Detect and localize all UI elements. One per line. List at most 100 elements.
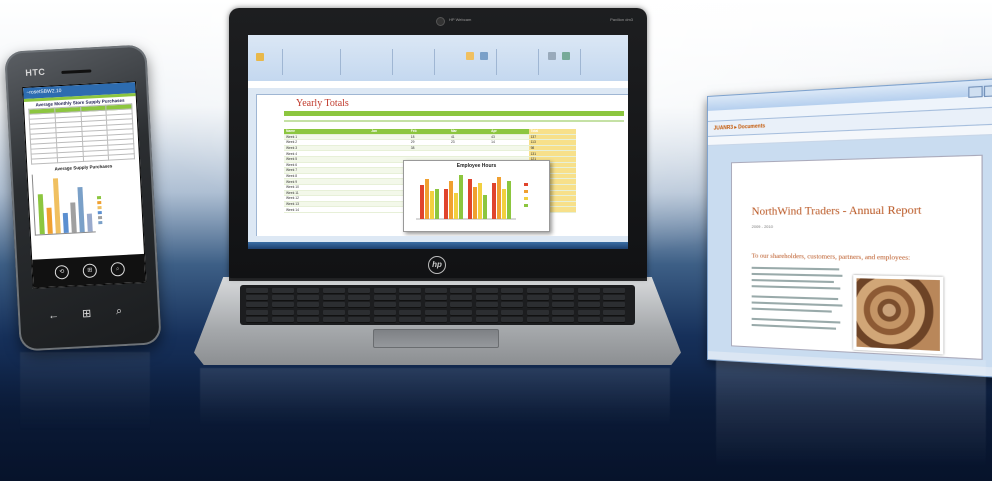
keyboard-key[interactable] [475,316,498,323]
keyboard-key[interactable] [373,295,396,302]
keyboard-key[interactable] [373,316,396,323]
keyboard-key[interactable] [373,288,396,294]
keyboard-key[interactable] [552,295,574,302]
keyboard-key[interactable] [577,316,600,323]
title-band-light [284,120,624,122]
keyboard-key[interactable] [322,309,345,316]
keyboard-key[interactable] [424,309,447,316]
keyboard-key[interactable] [526,295,549,302]
keyboard-key[interactable] [526,316,549,323]
keyboard-key[interactable] [450,288,472,294]
keyboard-key[interactable] [526,302,549,309]
keyboard-key[interactable] [399,295,421,302]
chart-bar [454,193,458,219]
keyboard-key[interactable] [399,302,421,309]
keyboard-key[interactable] [552,288,574,294]
search-key-icon[interactable]: ⌕ [116,305,123,318]
sum-icon[interactable] [548,52,556,60]
keyboard-key[interactable] [526,309,549,316]
keyboard-key[interactable] [475,309,498,316]
keyboard-key[interactable] [246,295,268,302]
keyboard-key[interactable] [373,309,396,316]
keyboard-key[interactable] [603,302,625,309]
keyboard-key[interactable] [373,302,396,309]
keyboard-key[interactable] [475,295,498,302]
keyboard-key[interactable] [246,302,268,309]
keyboard-key[interactable] [297,295,319,302]
keyboard-key[interactable] [424,295,447,302]
keyboard-key[interactable] [271,288,294,294]
keyboard-key[interactable] [501,302,523,309]
keyboard-key[interactable] [297,309,319,316]
keyboard-key[interactable] [450,295,472,302]
keyboard-key[interactable] [501,295,523,302]
table-cell[interactable] [353,206,370,213]
keyboard-key[interactable] [577,295,600,302]
keyboard-key[interactable] [475,302,498,309]
keyboard-key[interactable] [322,295,345,302]
keyboard-key[interactable] [297,302,319,309]
keyboard-key[interactable] [348,316,370,323]
keyboard-key[interactable] [501,309,523,316]
keyboard-key[interactable] [450,302,472,309]
keyboard-key[interactable] [271,302,294,309]
keyboard-key[interactable] [450,309,472,316]
conditional-format-icon[interactable] [466,52,474,60]
keyboard-key[interactable] [348,288,370,294]
table-cell[interactable]: Week 14 [284,206,354,213]
search-icon[interactable]: ⌕ [110,261,126,277]
keyboard-key[interactable] [603,309,625,316]
keyboard-key[interactable] [246,288,268,294]
laptop-touchpad[interactable] [373,329,499,348]
keyboard-key[interactable] [399,316,421,323]
maximize-button[interactable] [983,84,992,98]
keyboard-key[interactable] [424,302,447,309]
keyboard-key[interactable] [271,309,294,316]
keyboard-key[interactable] [577,309,600,316]
keyboard-key[interactable] [246,316,268,323]
keyboard-key[interactable] [552,309,574,316]
keyboard-key[interactable] [475,288,498,294]
keyboard-key[interactable] [322,316,345,323]
sort-icon[interactable] [562,52,570,60]
windows-taskbar[interactable] [248,242,628,249]
keyboard-key[interactable] [348,302,370,309]
keyboard-key[interactable] [424,316,447,323]
text-line [751,295,839,300]
keyboard-key[interactable] [297,288,319,294]
keyboard-key[interactable] [297,316,319,323]
format-table-icon[interactable] [480,52,488,60]
keyboard-key[interactable] [348,295,370,302]
keyboard-key[interactable] [399,309,421,316]
employee-hours-chart[interactable]: Employee Hours [403,160,550,232]
keyboard-key[interactable] [501,316,523,323]
keyboard-key[interactable] [399,288,421,294]
breadcrumb-text[interactable]: JUANR3 ▸ Documents [714,123,765,131]
keyboard-key[interactable] [424,288,447,294]
keyboard-key[interactable] [501,288,523,294]
keyboard-key[interactable] [603,295,625,302]
chart-bar [507,181,511,219]
refresh-icon[interactable]: ⟲ [54,264,70,280]
back-key-icon[interactable]: ← [48,309,60,322]
keyboard-key[interactable] [450,316,472,323]
keyboard-key[interactable] [246,309,268,316]
paste-icon[interactable] [256,53,264,61]
keyboard-key[interactable] [322,302,345,309]
keyboard-key[interactable] [271,316,294,323]
keyboard-key[interactable] [552,302,574,309]
keyboard-key[interactable] [577,288,600,294]
keyboard-key[interactable] [603,316,625,323]
keyboard-key[interactable] [552,316,574,323]
keyboard-key[interactable] [322,288,345,294]
keyboard-key[interactable] [348,309,370,316]
browser-window: JUANR3 ▸ Documents NorthWind Traders - A… [707,76,992,380]
chart-legend-swatch [524,190,528,193]
minimize-button[interactable] [968,85,983,98]
keyboard-key[interactable] [526,288,549,294]
windows-key-icon[interactable]: ⊞ [82,307,92,320]
keyboard-key[interactable] [271,295,294,302]
favorites-icon[interactable]: ⊞ [82,263,98,279]
keyboard-key[interactable] [603,288,625,294]
keyboard-key[interactable] [577,302,600,309]
